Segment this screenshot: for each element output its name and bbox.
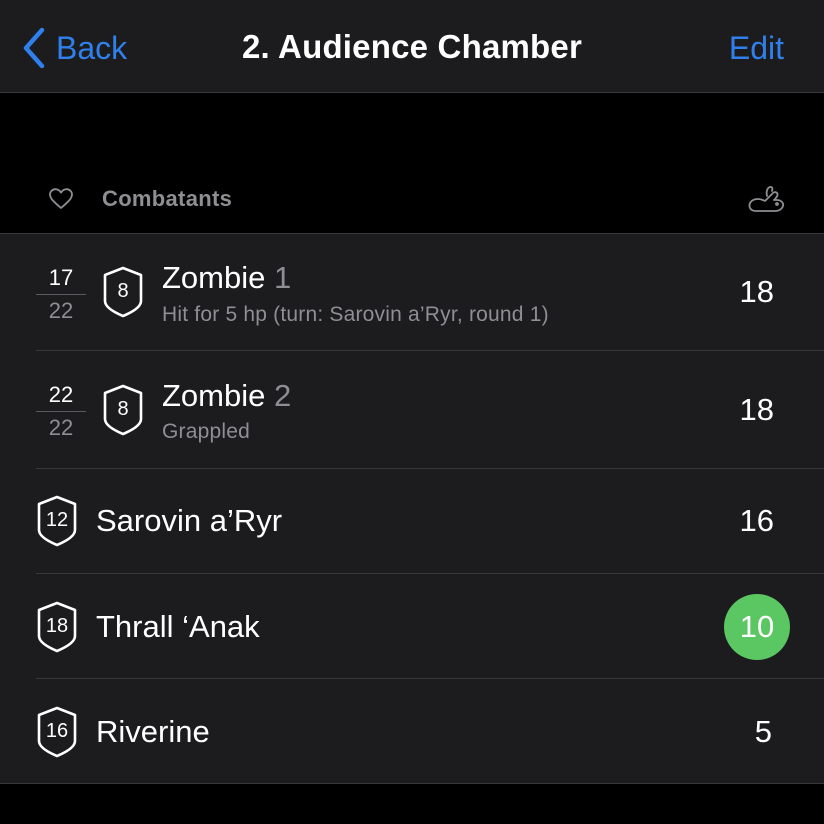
- armor-class-badge: 8: [101, 383, 145, 437]
- hp-max: 22: [48, 298, 74, 323]
- rabbit-icon[interactable]: [744, 184, 786, 216]
- combatant-name-text: Zombie: [162, 378, 266, 413]
- hp-current: 22: [48, 382, 74, 407]
- section-header: Combatants: [0, 170, 824, 230]
- page-title: 2. Audience Chamber: [241, 28, 582, 65]
- hit-points: 17 22: [36, 264, 86, 325]
- hp-divider: [36, 411, 86, 412]
- combatant-name: Riverine: [96, 714, 210, 750]
- combatant-name: Thrall ‘Anak: [96, 609, 260, 645]
- combatant-number: 2: [274, 378, 292, 413]
- initiative-value: 18: [739, 392, 774, 427]
- initiative-value: 5: [754, 714, 772, 749]
- combatant-name-text: Sarovin a’Ryr: [96, 503, 283, 538]
- armor-class-badge: 18: [35, 600, 79, 654]
- combatant-row[interactable]: 16 Riverine 5: [0, 679, 824, 783]
- combatant-row-active[interactable]: 18 Thrall ‘Anak 10: [0, 574, 824, 679]
- combatant-name-text: Thrall ‘Anak: [96, 609, 260, 644]
- armor-class-badge: 8: [101, 265, 145, 319]
- combatant-status: Hit for 5 hp (turn: Sarovin a’Ryr, round…: [162, 303, 549, 326]
- armor-class-value: 8: [117, 280, 129, 302]
- armor-class-value: 16: [45, 720, 69, 742]
- initiative-value: 16: [739, 503, 774, 538]
- hp-current: 17: [48, 265, 74, 290]
- combatant-row[interactable]: 22 22 8 Zombie 2 Grappled 18: [0, 351, 824, 469]
- initiative-current-turn-badge: 10: [724, 594, 790, 660]
- combatant-number: 1: [274, 260, 292, 295]
- combatant-name: Zombie 2: [162, 378, 291, 414]
- combatant-name: Sarovin a’Ryr: [96, 503, 282, 539]
- armor-class-badge: 12: [35, 494, 79, 548]
- armor-class-value: 12: [45, 509, 69, 531]
- combatant-name-text: Zombie: [162, 260, 266, 295]
- combatant-list: 17 22 8 Zombie 1 Hit for 5 hp (turn: Sar…: [0, 233, 824, 784]
- edit-button[interactable]: Edit: [729, 30, 784, 67]
- combatant-row[interactable]: 17 22 8 Zombie 1 Hit for 5 hp (turn: Sar…: [0, 234, 824, 351]
- section-title: Combatants: [102, 186, 233, 211]
- hit-points: 22 22: [36, 381, 86, 442]
- hp-divider: [36, 294, 86, 295]
- combatant-name-text: Riverine: [96, 714, 210, 749]
- armor-class-badge: 16: [35, 705, 79, 759]
- heart-icon[interactable]: [48, 186, 74, 212]
- combatant-status: Grappled: [162, 420, 250, 443]
- hp-max: 22: [48, 415, 74, 440]
- combatant-row[interactable]: 12 Sarovin a’Ryr 16: [0, 469, 824, 574]
- initiative-value: 18: [739, 274, 774, 309]
- armor-class-value: 8: [117, 398, 129, 420]
- navigation-bar: Back 2. Audience Chamber Edit: [0, 0, 824, 93]
- combatant-name: Zombie 1: [162, 260, 291, 296]
- armor-class-value: 18: [45, 615, 69, 637]
